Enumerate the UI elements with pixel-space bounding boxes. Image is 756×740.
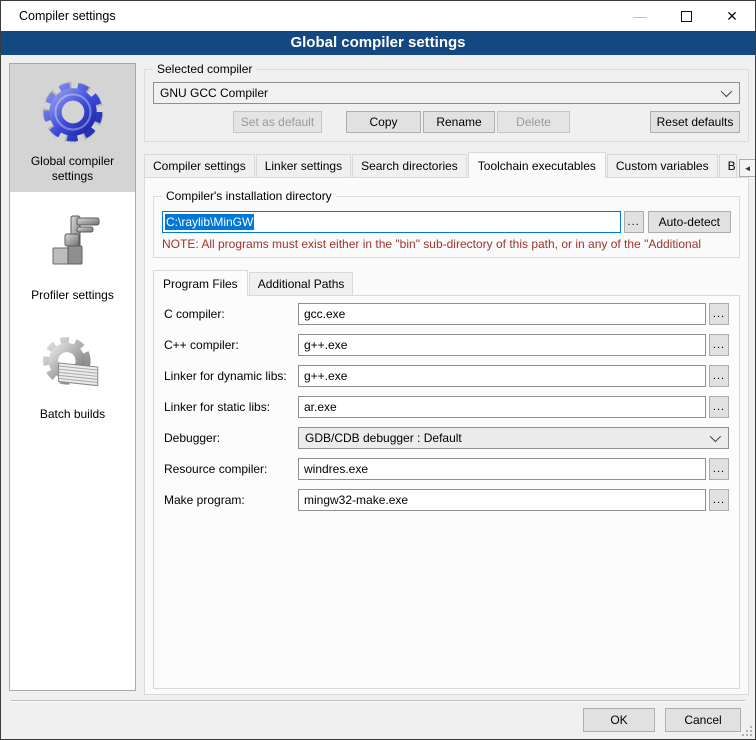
program-files-tab-strip: Program Files Additional Paths <box>153 270 740 295</box>
installation-directory-input[interactable]: C:\raylib\MinGW <box>162 211 621 233</box>
make-program-row: Make program: ... <box>164 489 729 511</box>
settings-tab-strip: Compiler settings Linker settings Search… <box>144 152 749 177</box>
tab-search-directories[interactable]: Search directories <box>352 154 467 177</box>
copy-button[interactable]: Copy <box>346 111 421 133</box>
linker-static-browse-button[interactable]: ... <box>709 396 729 418</box>
cpp-compiler-browse-button[interactable]: ... <box>709 334 729 356</box>
debugger-label: Debugger: <box>164 431 298 445</box>
resource-compiler-browse-button[interactable]: ... <box>709 458 729 480</box>
sidebar-item-label: Batch builds <box>14 407 131 422</box>
linker-static-label: Linker for static libs: <box>164 400 298 414</box>
program-files-panel: C compiler: ... C++ compiler: ... Linker… <box>153 295 740 689</box>
title-bar: Compiler settings — ✕ <box>1 1 755 31</box>
linker-static-input[interactable] <box>298 396 706 418</box>
tab-additional-paths[interactable]: Additional Paths <box>249 272 354 295</box>
sidebar-item-label: Profiler settings <box>14 288 131 303</box>
debugger-row: Debugger: GDB/CDB debugger : Default <box>164 427 729 449</box>
window-title: Compiler settings <box>1 9 116 23</box>
footer-buttons: OK Cancel <box>583 708 741 732</box>
c-compiler-label: C compiler: <box>164 307 298 321</box>
main-panel: Selected compiler GNU GCC Compiler Set a… <box>144 61 749 695</box>
compiler-buttons-row: Set as default Copy Rename Delete Reset … <box>153 111 740 133</box>
reset-defaults-button[interactable]: Reset defaults <box>650 111 740 133</box>
close-icon: ✕ <box>726 8 738 25</box>
installation-directory-row: C:\raylib\MinGW ... Auto-detect <box>162 211 731 233</box>
tab-linker-settings[interactable]: Linker settings <box>256 154 351 177</box>
batch-gear-icon <box>14 327 131 403</box>
chevron-down-icon <box>710 431 721 442</box>
sidebar-item-profiler-settings[interactable]: Profiler settings <box>10 198 135 311</box>
tab-custom-variables[interactable]: Custom variables <box>607 154 718 177</box>
tab-compiler-settings[interactable]: Compiler settings <box>144 154 255 177</box>
linker-dynamic-input[interactable] <box>298 365 706 387</box>
maximize-icon <box>681 11 692 22</box>
left-arrow-icon: ◄ <box>744 164 752 173</box>
browse-directory-button[interactable]: ... <box>624 211 644 233</box>
linker-dynamic-row: Linker for dynamic libs: ... <box>164 365 729 387</box>
cpp-compiler-input[interactable] <box>298 334 706 356</box>
maximize-button[interactable] <box>663 1 709 31</box>
make-program-input[interactable] <box>298 489 706 511</box>
tab-scroll-left-button[interactable]: ◄ <box>739 159 756 177</box>
debugger-value: GDB/CDB debugger : Default <box>305 431 710 445</box>
resize-grip[interactable] <box>742 726 752 736</box>
sidebar-item-batch-builds[interactable]: Batch builds <box>10 317 135 430</box>
footer-divider <box>11 700 745 702</box>
minimize-button[interactable]: — <box>617 1 663 31</box>
tab-scroll-buttons: ◄ ► <box>738 159 756 177</box>
rename-button[interactable]: Rename <box>423 111 495 133</box>
make-program-label: Make program: <box>164 493 298 507</box>
caption-buttons: — ✕ <box>617 1 755 31</box>
compiler-settings-window: Compiler settings — ✕ Global compiler se… <box>0 0 756 740</box>
sidebar-item-label: Global compiler settings <box>14 154 131 184</box>
make-program-browse-button[interactable]: ... <box>709 489 729 511</box>
caliper-icon <box>14 208 131 284</box>
cancel-button[interactable]: Cancel <box>665 708 741 732</box>
c-compiler-row: C compiler: ... <box>164 303 729 325</box>
tab-build-options[interactable]: Build <box>719 154 737 177</box>
blue-gear-icon <box>14 74 131 150</box>
cpp-compiler-row: C++ compiler: ... <box>164 334 729 356</box>
cpp-compiler-label: C++ compiler: <box>164 338 298 352</box>
close-button[interactable]: ✕ <box>709 1 755 31</box>
resource-compiler-row: Resource compiler: ... <box>164 458 729 480</box>
installation-directory-value: C:\raylib\MinGW <box>165 214 254 230</box>
linker-dynamic-browse-button[interactable]: ... <box>709 365 729 387</box>
dialog-body: Global compiler settings <box>1 55 755 739</box>
ok-button[interactable]: OK <box>583 708 655 732</box>
tab-program-files[interactable]: Program Files <box>153 270 248 296</box>
resource-compiler-label: Resource compiler: <box>164 462 298 476</box>
c-compiler-browse-button[interactable]: ... <box>709 303 729 325</box>
installation-directory-group-label: Compiler's installation directory <box>162 189 336 203</box>
selected-compiler-group: Selected compiler GNU GCC Compiler Set a… <box>144 69 749 142</box>
installation-directory-group: Compiler's installation directory C:\ray… <box>153 196 740 258</box>
tab-toolchain-executables[interactable]: Toolchain executables <box>468 152 606 178</box>
resource-compiler-input[interactable] <box>298 458 706 480</box>
sidebar-item-global-compiler-settings[interactable]: Global compiler settings <box>10 64 135 192</box>
selected-compiler-dropdown[interactable]: GNU GCC Compiler <box>153 82 740 104</box>
set-as-default-button[interactable]: Set as default <box>233 111 322 133</box>
debugger-dropdown[interactable]: GDB/CDB debugger : Default <box>298 427 729 449</box>
chevron-down-icon <box>721 86 732 97</box>
selected-compiler-value: GNU GCC Compiler <box>160 86 721 100</box>
page-title: Global compiler settings <box>1 31 755 55</box>
minimize-icon: — <box>633 12 647 20</box>
toolchain-executables-page: Compiler's installation directory C:\ray… <box>144 177 749 695</box>
c-compiler-input[interactable] <box>298 303 706 325</box>
auto-detect-button[interactable]: Auto-detect <box>648 211 731 233</box>
bin-subdirectory-note: NOTE: All programs must exist either in … <box>162 237 731 251</box>
selected-compiler-group-label: Selected compiler <box>153 62 256 76</box>
settings-category-list: Global compiler settings <box>9 63 136 691</box>
linker-dynamic-label: Linker for dynamic libs: <box>164 369 298 383</box>
delete-button[interactable]: Delete <box>497 111 570 133</box>
linker-static-row: Linker for static libs: ... <box>164 396 729 418</box>
